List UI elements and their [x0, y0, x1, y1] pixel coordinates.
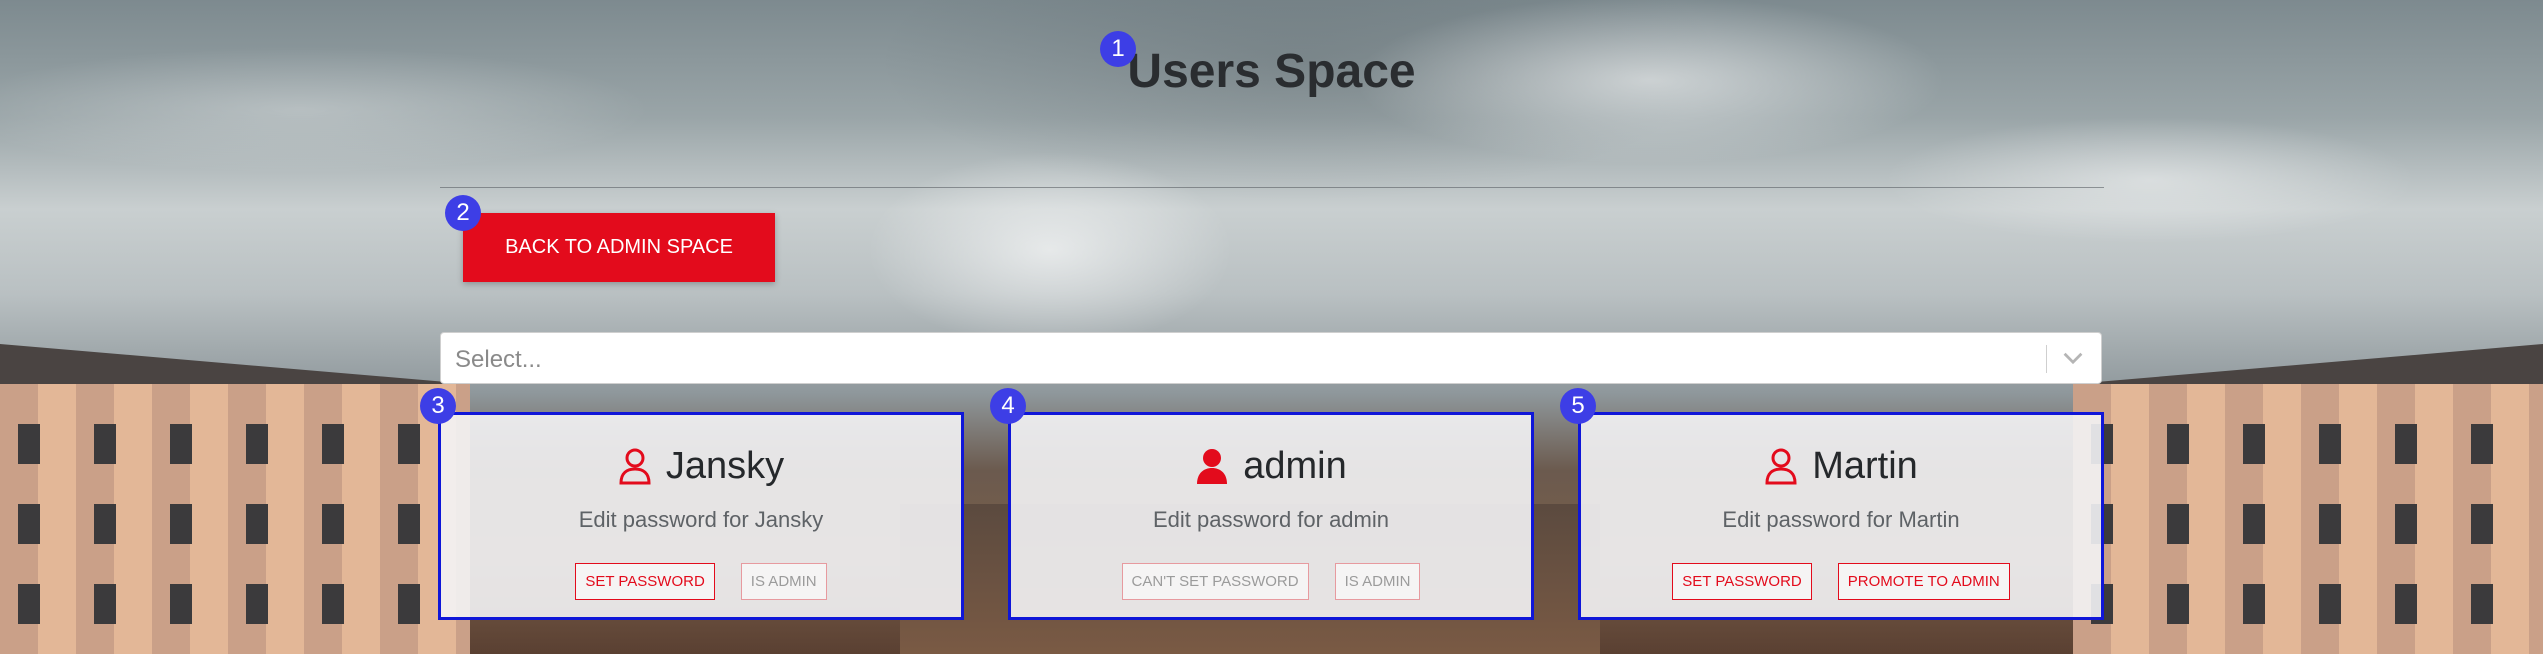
divider — [440, 187, 2104, 188]
annotation-badge-1: 1 — [1100, 31, 1136, 67]
background-building-left — [0, 384, 470, 654]
user-name: Martin — [1812, 444, 1918, 487]
user-name: Jansky — [665, 444, 785, 487]
set-password-button[interactable]: SET PASSWORD — [1672, 563, 1812, 600]
annotation-badge-3: 3 — [420, 388, 456, 424]
is-admin-button: IS ADMIN — [740, 563, 827, 600]
select-placeholder: Select... — [455, 346, 542, 373]
set-password-button[interactable]: SET PASSWORD — [575, 563, 715, 600]
user-card-martin: Martin Edit password for Martin SET PASS… — [1578, 412, 2104, 620]
cant-set-password-button: CAN'T SET PASSWORD — [1121, 563, 1309, 600]
promote-to-admin-button[interactable]: PROMOTE TO ADMIN — [1837, 563, 2010, 600]
annotation-badge-4: 4 — [990, 388, 1026, 424]
user-subtitle: Edit password for admin — [1153, 507, 1389, 532]
user-card-jansky: Jansky Edit password for Jansky SET PASS… — [438, 412, 964, 620]
is-admin-button: IS ADMIN — [1334, 563, 1421, 600]
chevron-down-icon[interactable] — [2059, 343, 2087, 373]
page-title: Users Space — [1127, 45, 1416, 98]
user-outline-icon — [619, 448, 651, 485]
user-outline-icon — [1765, 448, 1797, 485]
user-card-admin: admin Edit password for admin CAN'T SET … — [1008, 412, 1534, 620]
user-filled-icon — [1197, 449, 1228, 484]
annotation-badge-2: 2 — [445, 195, 481, 231]
user-subtitle: Edit password for Martin — [1722, 507, 1960, 532]
background-building-right — [2073, 384, 2543, 654]
select-separator — [2046, 345, 2047, 373]
user-name: admin — [1243, 444, 1347, 487]
user-subtitle: Edit password for Jansky — [578, 507, 824, 532]
back-to-admin-space-button[interactable]: BACK TO ADMIN SPACE — [463, 213, 775, 282]
annotation-badge-5: 5 — [1560, 388, 1596, 424]
user-select-dropdown[interactable]: Select... — [440, 332, 2102, 384]
